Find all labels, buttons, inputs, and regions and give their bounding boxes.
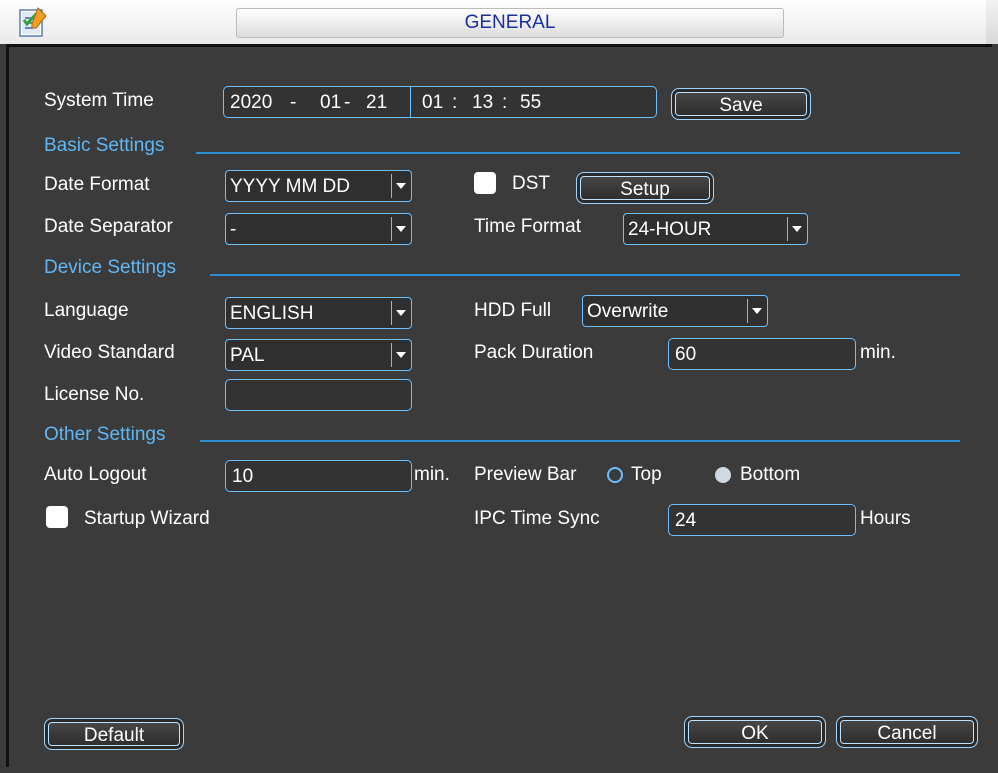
license-no-label: License No. [44, 384, 145, 405]
default-button[interactable]: Default [44, 718, 184, 750]
date-time-divider [410, 87, 411, 117]
time-format-dropdown[interactable]: 24-HOUR [623, 213, 808, 245]
preview-bar-label: Preview Bar [474, 464, 577, 485]
preview-bar-bottom-radio[interactable] [715, 467, 731, 483]
auto-logout-label: Auto Logout [44, 464, 147, 485]
minute-value[interactable]: 13 [472, 91, 493, 115]
language-label: Language [44, 300, 129, 321]
date-sep-2: - [344, 92, 351, 113]
ipc-time-sync-unit: Hours [860, 508, 911, 529]
chevron-down-icon[interactable] [391, 343, 409, 367]
window-title: GENERAL [236, 8, 784, 38]
pack-duration-unit: min. [860, 342, 896, 363]
save-time-button[interactable]: Save [671, 88, 811, 120]
pack-duration-value: 60 [675, 344, 697, 365]
date-format-value: YYYY MM DD [230, 176, 351, 197]
second-value[interactable]: 55 [520, 91, 541, 115]
chevron-down-icon[interactable] [747, 299, 765, 323]
language-dropdown[interactable]: ENGLISH [225, 297, 412, 329]
basic-settings-heading: Basic Settings [44, 135, 165, 156]
date-format-label: Date Format [44, 174, 150, 195]
chevron-down-icon[interactable] [391, 217, 409, 241]
month-value[interactable]: 01 [320, 91, 341, 115]
pack-duration-label: Pack Duration [474, 342, 594, 363]
date-separator-value: - [230, 219, 237, 240]
auto-logout-value: 10 [232, 466, 254, 487]
startup-wizard-label: Startup Wizard [84, 508, 210, 529]
chevron-down-icon[interactable] [391, 174, 409, 198]
language-value: ENGLISH [230, 303, 314, 324]
device-settings-divider [210, 274, 960, 276]
video-standard-label: Video Standard [44, 342, 175, 363]
date-sep-1: - [290, 92, 297, 113]
ok-button-label: OK [741, 723, 769, 744]
settings-checklist-icon [19, 7, 47, 37]
device-settings-heading: Device Settings [44, 257, 177, 278]
save-time-button-label: Save [719, 95, 763, 116]
date-separator-label: Date Separator [44, 216, 173, 237]
video-standard-value: PAL [230, 345, 265, 366]
preview-bar-bottom-label: Bottom [740, 464, 801, 485]
year-value[interactable]: 2020 [230, 91, 272, 115]
dst-setup-button-label: Setup [620, 179, 670, 200]
time-format-label: Time Format [474, 216, 581, 237]
basic-settings-divider [196, 152, 960, 154]
video-standard-dropdown[interactable]: PAL [225, 339, 412, 371]
day-value[interactable]: 21 [366, 91, 387, 115]
chevron-down-icon[interactable] [391, 301, 409, 325]
cancel-button-label: Cancel [877, 723, 937, 744]
dst-setup-button[interactable]: Setup [576, 172, 714, 204]
other-settings-divider [200, 440, 960, 442]
dst-checkbox[interactable] [474, 172, 496, 194]
date-separator-dropdown[interactable]: - [225, 213, 412, 245]
general-settings-window: GENERAL System Time 2020 - 01 - 21 01 : … [0, 0, 998, 773]
time-format-value: 24-HOUR [628, 219, 712, 240]
title-bar: GENERAL [0, 0, 998, 44]
hdd-full-dropdown[interactable]: Overwrite [582, 295, 768, 327]
system-time-label: System Time [44, 90, 154, 111]
hour-value[interactable]: 01 [422, 91, 443, 115]
preview-bar-top-label: Top [631, 464, 662, 485]
chevron-down-icon[interactable] [787, 217, 805, 241]
pack-duration-input[interactable]: 60 [668, 338, 856, 370]
ipc-time-sync-value: 24 [675, 510, 697, 531]
title-bar-cap [986, 0, 998, 44]
system-time-field[interactable]: 2020 - 01 - 21 01 : 13 : 55 [223, 86, 657, 118]
ipc-time-sync-label: IPC Time Sync [474, 508, 600, 529]
auto-logout-input[interactable]: 10 [225, 460, 412, 492]
ok-button[interactable]: OK [684, 716, 826, 748]
auto-logout-unit: min. [414, 464, 450, 485]
license-no-input[interactable] [225, 379, 412, 411]
dst-label: DST [512, 173, 550, 194]
ipc-time-sync-input[interactable]: 24 [668, 504, 856, 536]
default-button-label: Default [83, 725, 145, 746]
startup-wizard-checkbox[interactable] [46, 506, 68, 528]
time-colon-2: : [502, 92, 508, 113]
hdd-full-label: HDD Full [474, 300, 552, 321]
time-colon-1: : [452, 92, 458, 113]
preview-bar-top-radio[interactable] [607, 467, 623, 483]
hdd-full-value: Overwrite [587, 301, 669, 322]
other-settings-heading: Other Settings [44, 424, 166, 445]
cancel-button[interactable]: Cancel [836, 716, 978, 748]
date-format-dropdown[interactable]: YYYY MM DD [225, 170, 412, 202]
